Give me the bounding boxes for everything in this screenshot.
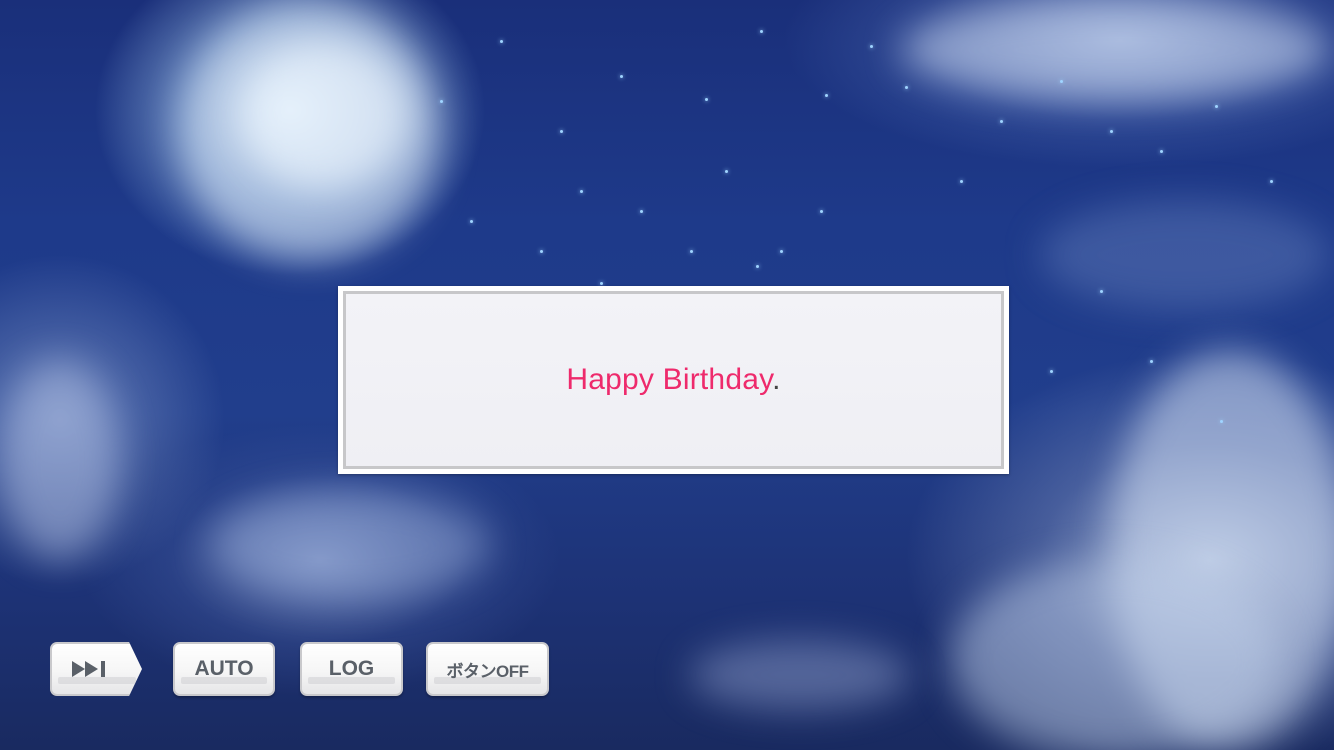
dialog-text: Happy Birthday [566, 363, 773, 396]
buttons-off-label: ボタンOFF [446, 661, 530, 681]
fast-forward-skip-icon [72, 659, 112, 679]
log-button[interactable]: LOG [300, 642, 403, 696]
log-button-label: LOG [328, 657, 375, 680]
auto-button[interactable]: AUTO [173, 642, 275, 696]
buttons-off-button[interactable]: ボタンOFF [426, 642, 549, 696]
dialog-box[interactable]: Happy Birthday. [338, 286, 1009, 474]
dialog-panel: Happy Birthday. [343, 291, 1004, 469]
dialog-message: Happy Birthday. [566, 363, 780, 397]
dialog-period: . [772, 363, 781, 396]
skip-button[interactable] [50, 642, 142, 696]
auto-button-label: AUTO [194, 657, 254, 680]
story-scene[interactable]: Happy Birthday. AUTO LOG ボタンOFF [0, 0, 1334, 750]
